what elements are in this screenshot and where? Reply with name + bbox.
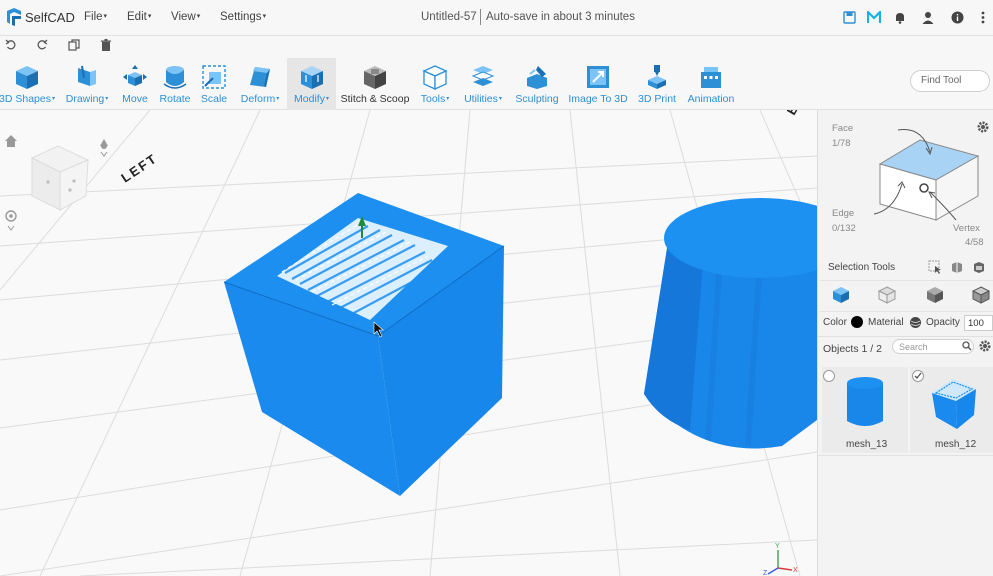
- stitch-icon: [364, 66, 386, 89]
- tool-sculpting[interactable]: Sculpting: [512, 58, 562, 110]
- object-mode-icon[interactable]: [832, 286, 850, 307]
- search-icon[interactable]: [962, 341, 972, 354]
- menu-bar: SelfCAD File▾ Edit▾ View▾ Settings▾ Unti…: [0, 0, 993, 36]
- copy-icon[interactable]: [67, 39, 81, 53]
- vertex-count: 4/58: [965, 237, 984, 248]
- menu-edit[interactable]: Edit▾: [127, 11, 151, 23]
- edge-count: 0/132: [832, 223, 856, 234]
- tool-rotate[interactable]: Rotate: [156, 58, 194, 110]
- select-all-icon[interactable]: [950, 260, 964, 277]
- tool-3d-print[interactable]: 3D Print: [636, 58, 678, 110]
- material-label: Material: [868, 317, 904, 328]
- menu-settings[interactable]: Settings▾: [220, 11, 266, 23]
- vertex-mode-icon[interactable]: [971, 286, 991, 307]
- tool-animation[interactable]: Animation: [684, 58, 738, 110]
- undo-icon[interactable]: [4, 39, 18, 53]
- deform-icon: [250, 67, 270, 87]
- object-name: mesh_12: [935, 439, 977, 450]
- document-title[interactable]: Untitled-57: [421, 11, 477, 23]
- mesh-cube[interactable]: [223, 193, 505, 496]
- select-inverse-icon[interactable]: [972, 260, 986, 277]
- tool-tools[interactable]: Tools▾: [416, 58, 454, 110]
- tool-stitch-scoop[interactable]: Stitch & Scoop: [340, 58, 410, 110]
- checkmark-icon: [914, 372, 922, 379]
- opacity-label: Opacity: [926, 317, 960, 328]
- image-to-3d-icon: [587, 66, 609, 88]
- m-logo-icon[interactable]: [867, 10, 881, 24]
- edge-label: Edge: [832, 208, 855, 219]
- color-swatch[interactable]: [851, 316, 863, 328]
- objects-settings-gear-icon[interactable]: [978, 339, 992, 356]
- title-divider: [480, 9, 481, 25]
- object-name: mesh_13: [846, 439, 888, 450]
- svg-text:X: X: [793, 567, 798, 574]
- selection-mode-diagram[interactable]: [860, 122, 986, 232]
- quick-action-bar: [0, 36, 993, 58]
- opacity-input[interactable]: 100: [964, 315, 993, 331]
- tool-image-to-3d[interactable]: Image To 3D: [566, 58, 630, 110]
- more-vertical-icon[interactable]: [976, 10, 990, 24]
- main-toolbar: 3D Shapes▾ Drawing▾ Move Rotate Scale De…: [0, 58, 993, 110]
- object-select-radio-checked[interactable]: [912, 370, 924, 382]
- tool-scale[interactable]: Scale: [198, 58, 230, 110]
- move-icon: [123, 65, 147, 86]
- view-label-partial: B: [784, 110, 802, 118]
- svg-text:Y: Y: [775, 543, 780, 550]
- cylinder-thumbnail: [847, 377, 883, 426]
- material-sphere-icon[interactable]: [909, 316, 922, 332]
- find-tool-input[interactable]: Find Tool: [910, 70, 990, 92]
- camera-target-icon[interactable]: [5, 210, 17, 231]
- scale-icon: [202, 65, 226, 89]
- divider: [818, 336, 993, 337]
- user-icon[interactable]: [921, 10, 935, 24]
- face-label: Face: [832, 123, 854, 134]
- cube-icon: [16, 66, 38, 89]
- modify-icon: [300, 66, 323, 89]
- app-name: SelfCAD: [25, 9, 75, 25]
- save-icon[interactable]: [842, 10, 856, 24]
- tool-3d-shapes[interactable]: 3D Shapes▾: [0, 58, 55, 110]
- 3d-viewport[interactable]: LEFT B: [0, 110, 817, 576]
- objects-count-label: Objects 1 / 2: [823, 343, 882, 355]
- edge-mode-icon[interactable]: [926, 286, 944, 307]
- selfcad-logo-icon: [7, 8, 21, 26]
- tool-deform[interactable]: Deform▾: [236, 58, 284, 110]
- 3d-print-icon: [648, 65, 666, 89]
- view-cube-gizmo[interactable]: [30, 145, 90, 211]
- light-icon[interactable]: [100, 139, 108, 157]
- animation-icon: [701, 67, 721, 88]
- sculpting-icon: [527, 66, 547, 89]
- rotate-icon: [163, 66, 187, 89]
- tool-move[interactable]: Move: [118, 58, 152, 110]
- tool-drawing[interactable]: Drawing▾: [62, 58, 112, 110]
- color-label: Color: [823, 317, 847, 328]
- axis-gizmo: Y X Z: [763, 543, 798, 576]
- notification-bell-icon[interactable]: [893, 10, 907, 24]
- redo-icon[interactable]: [35, 39, 49, 53]
- object-select-radio[interactable]: [823, 370, 835, 382]
- drawing-icon: [78, 65, 96, 86]
- divider: [818, 455, 993, 456]
- select-cursor-icon[interactable]: [928, 260, 942, 277]
- tool-utilities[interactable]: Utilities▾: [460, 58, 506, 110]
- app-logo[interactable]: SelfCAD: [6, 8, 75, 26]
- menu-view[interactable]: View▾: [171, 11, 200, 23]
- view-label-left: LEFT: [118, 150, 160, 185]
- tools-icon: [422, 65, 448, 90]
- info-icon[interactable]: [950, 10, 964, 24]
- menu-file[interactable]: File▾: [84, 11, 107, 23]
- svg-text:Z: Z: [763, 570, 768, 576]
- autosave-status: Auto-save in about 3 minutes: [486, 11, 635, 23]
- tool-modify[interactable]: Modify▾: [287, 58, 336, 110]
- face-count: 1/78: [832, 138, 851, 149]
- face-mode-icon[interactable]: [877, 286, 897, 307]
- delete-icon[interactable]: [99, 39, 113, 53]
- scene-canvas[interactable]: LEFT B: [0, 110, 817, 576]
- utilities-icon: [471, 66, 495, 86]
- home-view-icon[interactable]: [5, 135, 17, 147]
- mesh-cylinder[interactable]: [644, 198, 817, 449]
- selection-tools-label: Selection Tools: [828, 262, 896, 273]
